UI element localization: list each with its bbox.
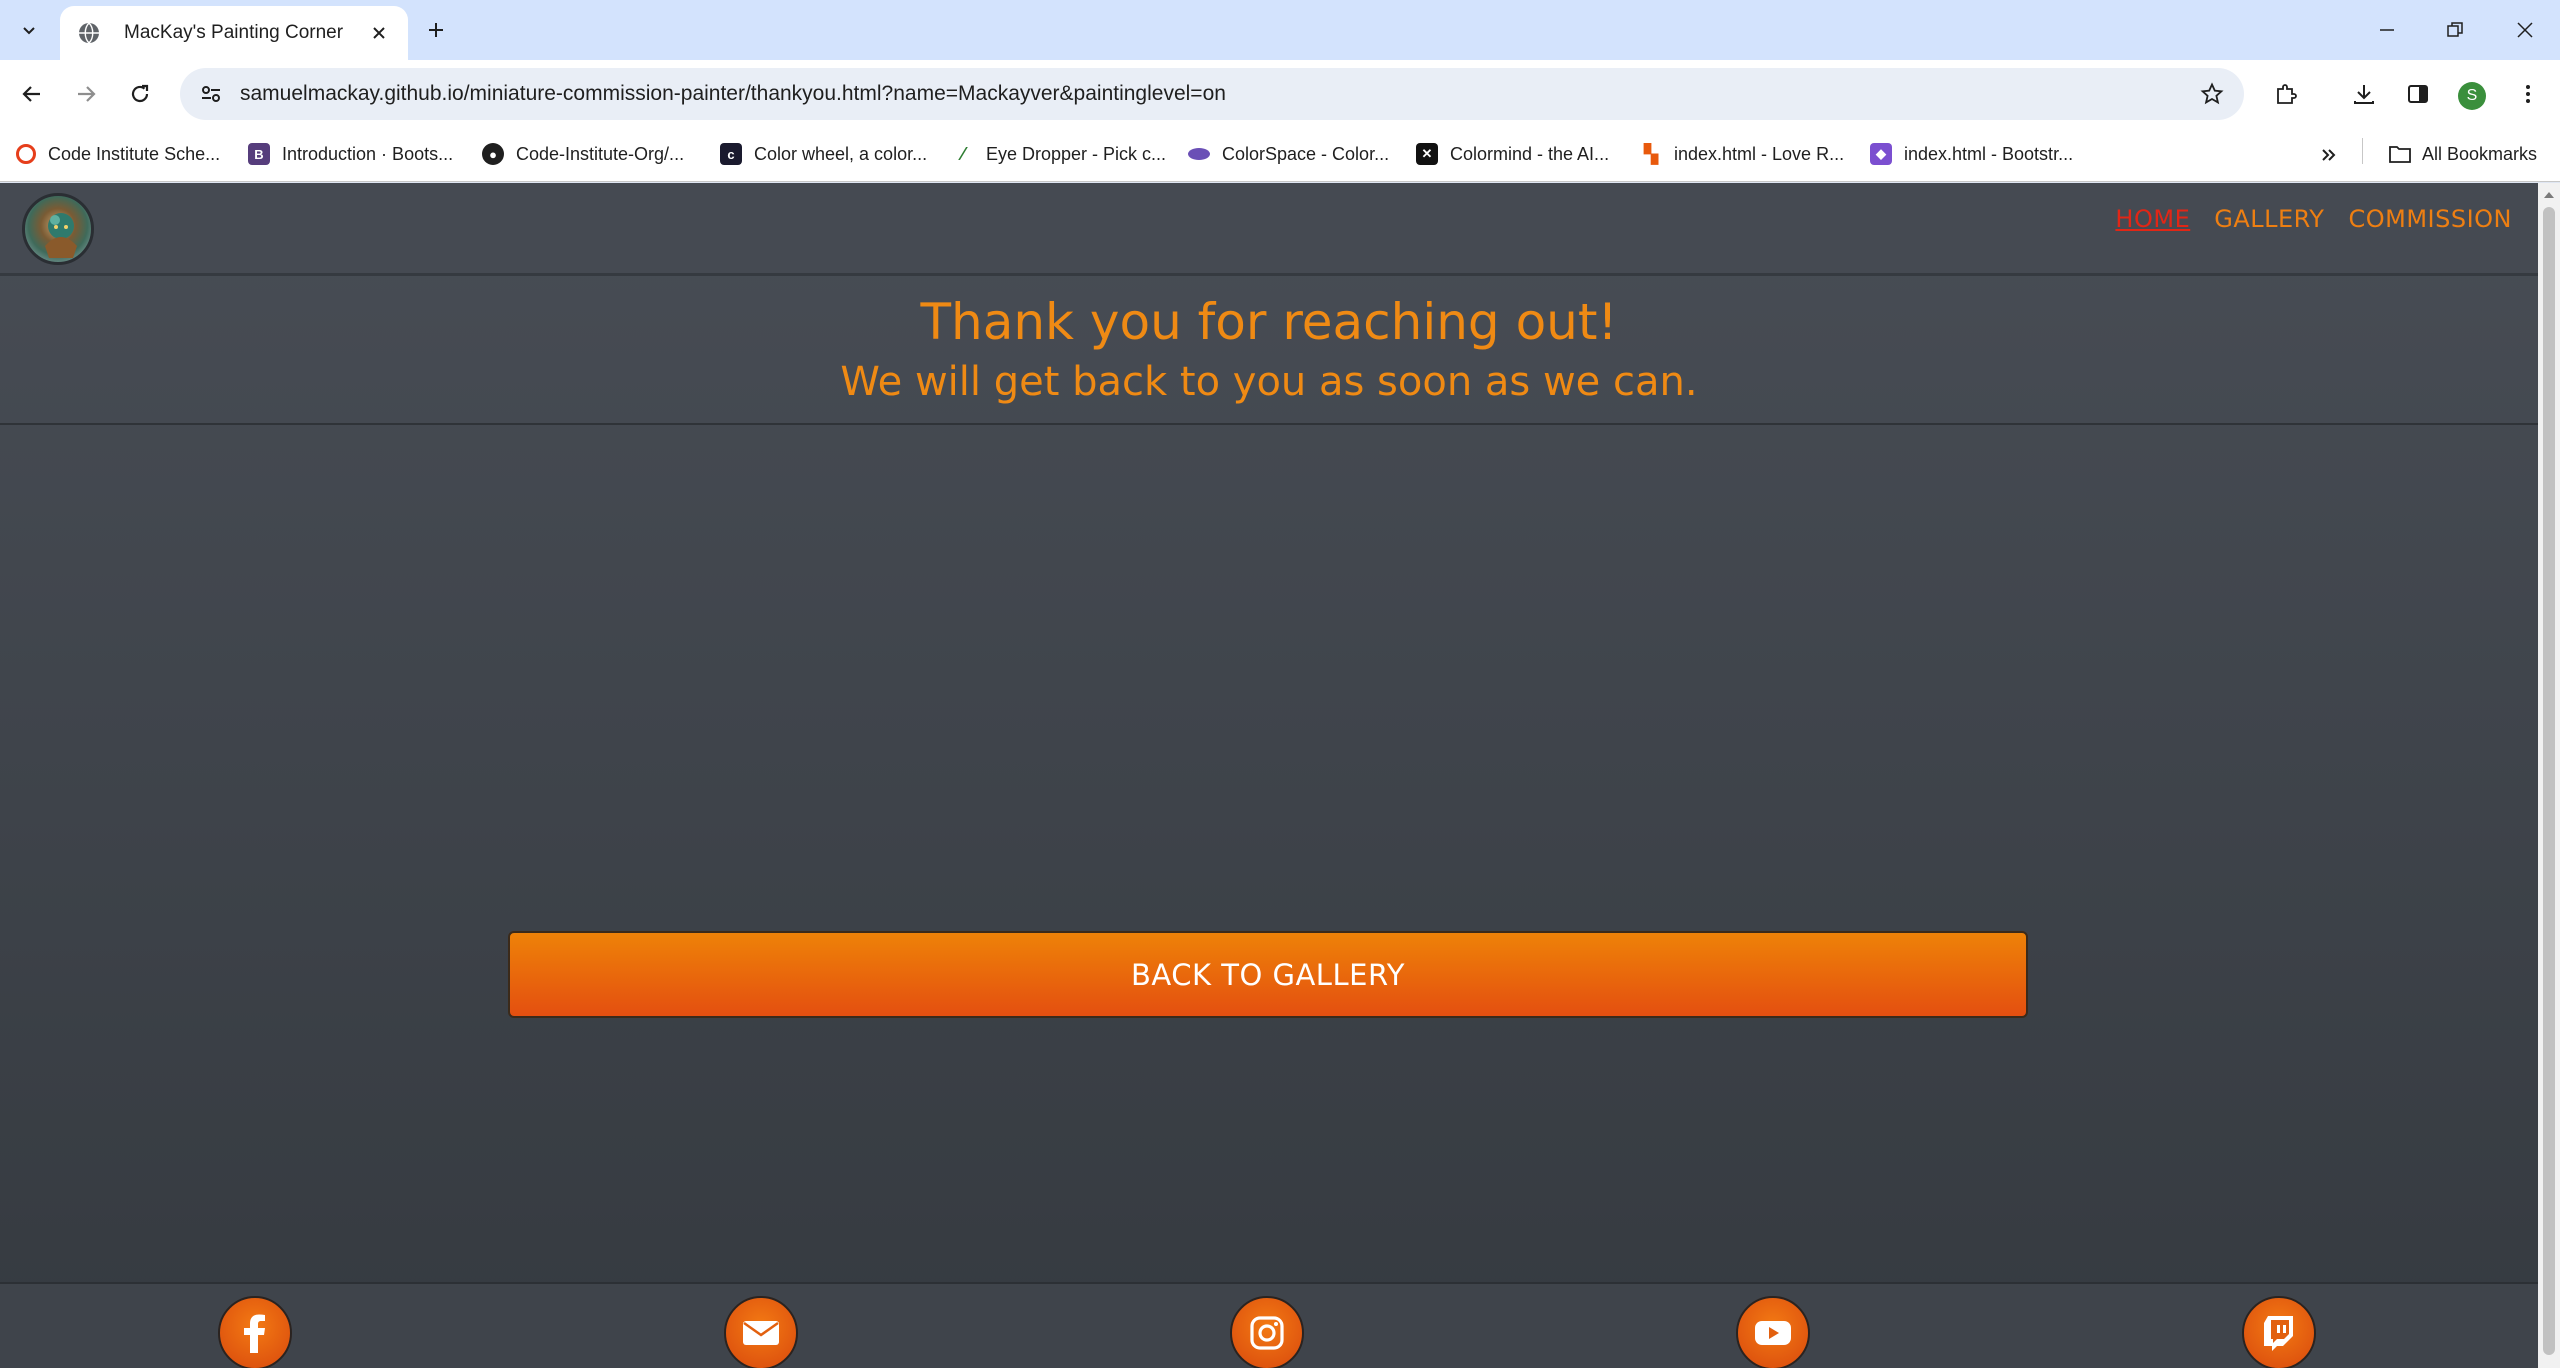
bookmarks-divider xyxy=(2362,138,2363,164)
instagram-link[interactable] xyxy=(1230,1296,1304,1368)
folder-icon xyxy=(2389,146,2411,163)
scroll-thumb[interactable] xyxy=(2543,207,2555,1355)
bookmark-label: index.html - Bootstr... xyxy=(1904,143,2074,164)
thank-you-section: Thank you for reaching out! We will get … xyxy=(0,279,2538,425)
all-bookmarks-button[interactable]: All Bookmarks xyxy=(2388,138,2537,170)
scroll-up-button[interactable] xyxy=(2538,187,2560,203)
main-nav: HOME GALLERY COMMISSION xyxy=(2115,205,2512,233)
restore-icon xyxy=(2447,22,2463,37)
github-icon: ● xyxy=(482,143,504,165)
bootstrap-icon: B xyxy=(248,143,270,165)
bookmark-item[interactable]: ColorSpace - Color... xyxy=(1188,138,1389,170)
page-viewport: HOME GALLERY COMMISSION Thank you for re… xyxy=(0,183,2538,1368)
new-tab-button[interactable] xyxy=(418,12,454,48)
twitch-link[interactable] xyxy=(2242,1296,2316,1368)
bookmark-item[interactable]: B Introduction · Boots... xyxy=(248,138,453,170)
extensions-button[interactable] xyxy=(2266,74,2306,114)
nav-home-link[interactable]: HOME xyxy=(2115,205,2190,233)
bookmark-label: Introduction · Boots... xyxy=(282,143,454,164)
bookmark-label: Colormind - the AI... xyxy=(1450,143,1610,164)
code-institute-icon xyxy=(16,144,36,164)
site-footer xyxy=(0,1282,2538,1368)
browser-tab-bar: MacKay's Painting Corner xyxy=(0,0,2560,60)
site-header: HOME GALLERY COMMISSION xyxy=(0,183,2538,276)
bookmark-label: Code Institute Sche... xyxy=(48,143,221,164)
facebook-icon xyxy=(244,1314,265,1353)
colormind-icon: ✕ xyxy=(1416,143,1438,165)
email-icon xyxy=(743,1321,779,1345)
site-logo[interactable] xyxy=(22,193,94,265)
facebook-link[interactable] xyxy=(218,1296,292,1368)
url-text[interactable]: samuelmackay.github.io/miniature-commiss… xyxy=(240,82,2190,106)
miniature-logo-icon xyxy=(45,213,77,258)
bookmark-label: Code-Institute-Org/... xyxy=(516,143,685,164)
plus-icon xyxy=(429,23,443,37)
close-icon xyxy=(2517,22,2533,38)
bookmarks-overflow-button[interactable] xyxy=(2316,142,2342,168)
back-nav-button[interactable] xyxy=(12,74,52,114)
reload-icon xyxy=(131,84,149,103)
downloads-button[interactable] xyxy=(2344,74,2384,114)
nav-commission-link[interactable]: COMMISSION xyxy=(2348,205,2512,233)
all-bookmarks-label: All Bookmarks xyxy=(2422,143,2538,164)
tab-search-button[interactable] xyxy=(10,12,48,48)
browser-tab-active[interactable]: MacKay's Painting Corner xyxy=(60,6,408,60)
love-running-icon: ▚ xyxy=(1644,143,1658,164)
minimize-icon xyxy=(2380,29,2394,31)
bookmark-item[interactable]: ◆ index.html - Bootstr... xyxy=(1870,138,2073,170)
colorspace-icon xyxy=(1188,148,1210,160)
bootstrap-cube-icon: ◆ xyxy=(1870,143,1892,165)
side-panel-button[interactable] xyxy=(2398,74,2438,114)
tune-icon xyxy=(202,86,220,102)
page-title: Thank you for reaching out! xyxy=(920,293,1618,351)
bookmark-label: Color wheel, a color... xyxy=(754,143,928,164)
page-scrollbar[interactable] xyxy=(2538,183,2560,1368)
youtube-link[interactable] xyxy=(1736,1296,1810,1368)
restore-button[interactable] xyxy=(2422,6,2488,54)
chevron-down-icon xyxy=(23,27,35,35)
minimize-button[interactable] xyxy=(2354,6,2420,54)
back-to-gallery-button[interactable]: BACK TO GALLERY xyxy=(508,931,2028,1018)
site-info-button[interactable] xyxy=(188,74,234,114)
more-vert-icon xyxy=(2526,85,2530,103)
bookmark-item[interactable]: ▚ index.html - Love R... xyxy=(1640,138,1844,170)
email-link[interactable] xyxy=(724,1296,798,1368)
youtube-icon xyxy=(1755,1321,1791,1345)
bookmark-item[interactable]: ● Code-Institute-Org/... xyxy=(482,138,684,170)
tab-close-button[interactable] xyxy=(366,20,392,46)
star-icon xyxy=(2200,82,2224,105)
nav-gallery-link[interactable]: GALLERY xyxy=(2214,205,2324,233)
forward-nav-button[interactable] xyxy=(66,74,106,114)
page-subtitle: We will get back to you as soon as we ca… xyxy=(840,359,1698,405)
reload-button[interactable] xyxy=(120,74,160,114)
address-bar[interactable]: samuelmackay.github.io/miniature-commiss… xyxy=(180,68,2244,120)
double-chevron-right-icon xyxy=(2322,149,2336,161)
bookmark-item[interactable]: ✕ Colormind - the AI... xyxy=(1416,138,1609,170)
eyedropper-icon: ⁄ xyxy=(961,143,965,164)
bookmarks-bar: Code Institute Sche... B Introduction · … xyxy=(0,128,2560,182)
instagram-icon xyxy=(1250,1316,1284,1350)
close-window-button[interactable] xyxy=(2492,6,2558,54)
bookmark-label: Eye Dropper - Pick c... xyxy=(986,143,1167,164)
puzzle-icon xyxy=(2277,84,2297,104)
tab-title: MacKay's Painting Corner xyxy=(124,22,344,43)
browser-toolbar: samuelmackay.github.io/miniature-commiss… xyxy=(0,60,2560,128)
bookmark-item[interactable]: Code Institute Sche... xyxy=(16,138,220,170)
bookmark-item[interactable]: c Color wheel, a color... xyxy=(720,138,927,170)
download-icon xyxy=(2354,85,2374,104)
scroll-up-arrow-icon xyxy=(2544,192,2554,198)
globe-icon xyxy=(79,22,99,44)
close-icon xyxy=(373,27,385,39)
color-wheel-icon: c xyxy=(720,143,742,165)
bookmark-label: ColorSpace - Color... xyxy=(1222,143,1390,164)
side-panel-icon xyxy=(2408,85,2428,103)
twitch-icon xyxy=(2264,1316,2293,1351)
bookmark-label: index.html - Love R... xyxy=(1674,143,1845,164)
arrow-left-icon xyxy=(22,86,40,102)
bookmark-star-button[interactable] xyxy=(2190,74,2234,114)
profile-avatar[interactable]: S xyxy=(2458,82,2486,110)
bookmark-item[interactable]: ⁄ Eye Dropper - Pick c... xyxy=(952,138,1166,170)
chrome-menu-button[interactable] xyxy=(2508,74,2548,114)
arrow-right-icon xyxy=(78,86,96,102)
